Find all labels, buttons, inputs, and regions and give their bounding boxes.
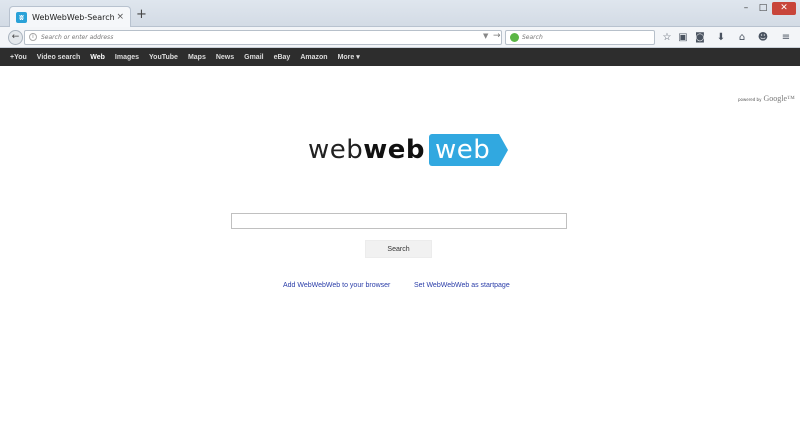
menu-item-youtube[interactable]: YouTube <box>149 54 178 61</box>
sync-icon[interactable]: ☻ <box>756 31 770 45</box>
powered-by-text: powered by <box>738 97 762 102</box>
menu-item-news[interactable]: News <box>216 54 234 61</box>
webwebweb-favicon-icon: ʬ <box>16 12 27 23</box>
logo-badge: web <box>429 134 509 166</box>
minimize-icon[interactable]: – <box>738 2 754 15</box>
download-icon[interactable]: ⬇ <box>714 31 728 45</box>
logo-text-part3: web <box>435 135 491 165</box>
tab-close-icon[interactable]: × <box>116 12 124 22</box>
tab-webwebweb-search[interactable]: ʬ WebWebWeb-Search × <box>9 6 131 28</box>
menu-item-web[interactable]: Web <box>90 54 105 61</box>
dropdown-arrow-icon[interactable]: ▼ <box>483 32 488 40</box>
address-bar[interactable]: i ▼ → <box>24 30 502 45</box>
main-search-input[interactable] <box>231 213 567 229</box>
menu-item-more[interactable]: More ▾ <box>338 53 360 61</box>
menu-item-video-search[interactable]: Video search <box>37 54 80 61</box>
navigation-bar: ← i ▼ → ☆ ▣ ◙ ⬇ ⌂ ☻ ≡ <box>0 27 800 48</box>
menu-icon[interactable]: ≡ <box>779 31 793 45</box>
clipboard-icon[interactable]: ▣ <box>676 31 690 45</box>
browser-search-input[interactable] <box>522 31 650 44</box>
logo-text-part1: web <box>308 135 364 165</box>
logo-text-part2: web <box>363 135 426 165</box>
top-menu-bar: +You Video search Web Images YouTube Map… <box>0 48 800 66</box>
bookmark-star-icon[interactable]: ☆ <box>660 31 674 45</box>
search-engine-icon[interactable] <box>510 33 519 42</box>
webwebweb-logo: web web web <box>308 134 509 166</box>
pocket-icon[interactable]: ◙ <box>693 31 707 45</box>
home-icon[interactable]: ⌂ <box>735 31 749 45</box>
menu-item-gmail[interactable]: Gmail <box>244 54 263 61</box>
menu-item-images[interactable]: Images <box>115 54 139 61</box>
google-logo-text: Google™ <box>763 94 795 103</box>
add-to-browser-link[interactable]: Add WebWebWeb to your browser <box>283 282 390 289</box>
menu-item-maps[interactable]: Maps <box>188 54 206 61</box>
go-arrow-icon[interactable]: → <box>493 31 501 41</box>
powered-by-google: powered by Google™ <box>738 94 795 103</box>
window-close-icon[interactable]: ✕ <box>772 2 796 15</box>
tab-title: WebWebWeb-Search <box>32 13 115 22</box>
maximize-icon[interactable]: □ <box>755 2 771 15</box>
menu-item-amazon[interactable]: Amazon <box>300 54 327 61</box>
menu-item-ebay[interactable]: eBay <box>274 54 291 61</box>
search-button[interactable]: Search <box>365 240 432 258</box>
title-bar: ʬ WebWebWeb-Search × + – □ ✕ <box>0 0 800 28</box>
back-arrow-icon[interactable]: ← <box>8 30 23 45</box>
browser-search-bar[interactable] <box>505 30 655 45</box>
menu-item-you[interactable]: +You <box>10 54 27 61</box>
address-input[interactable] <box>39 31 479 44</box>
info-icon[interactable]: i <box>29 33 37 41</box>
new-tab-icon[interactable]: + <box>136 8 147 21</box>
set-startpage-link[interactable]: Set WebWebWeb as startpage <box>414 282 510 289</box>
